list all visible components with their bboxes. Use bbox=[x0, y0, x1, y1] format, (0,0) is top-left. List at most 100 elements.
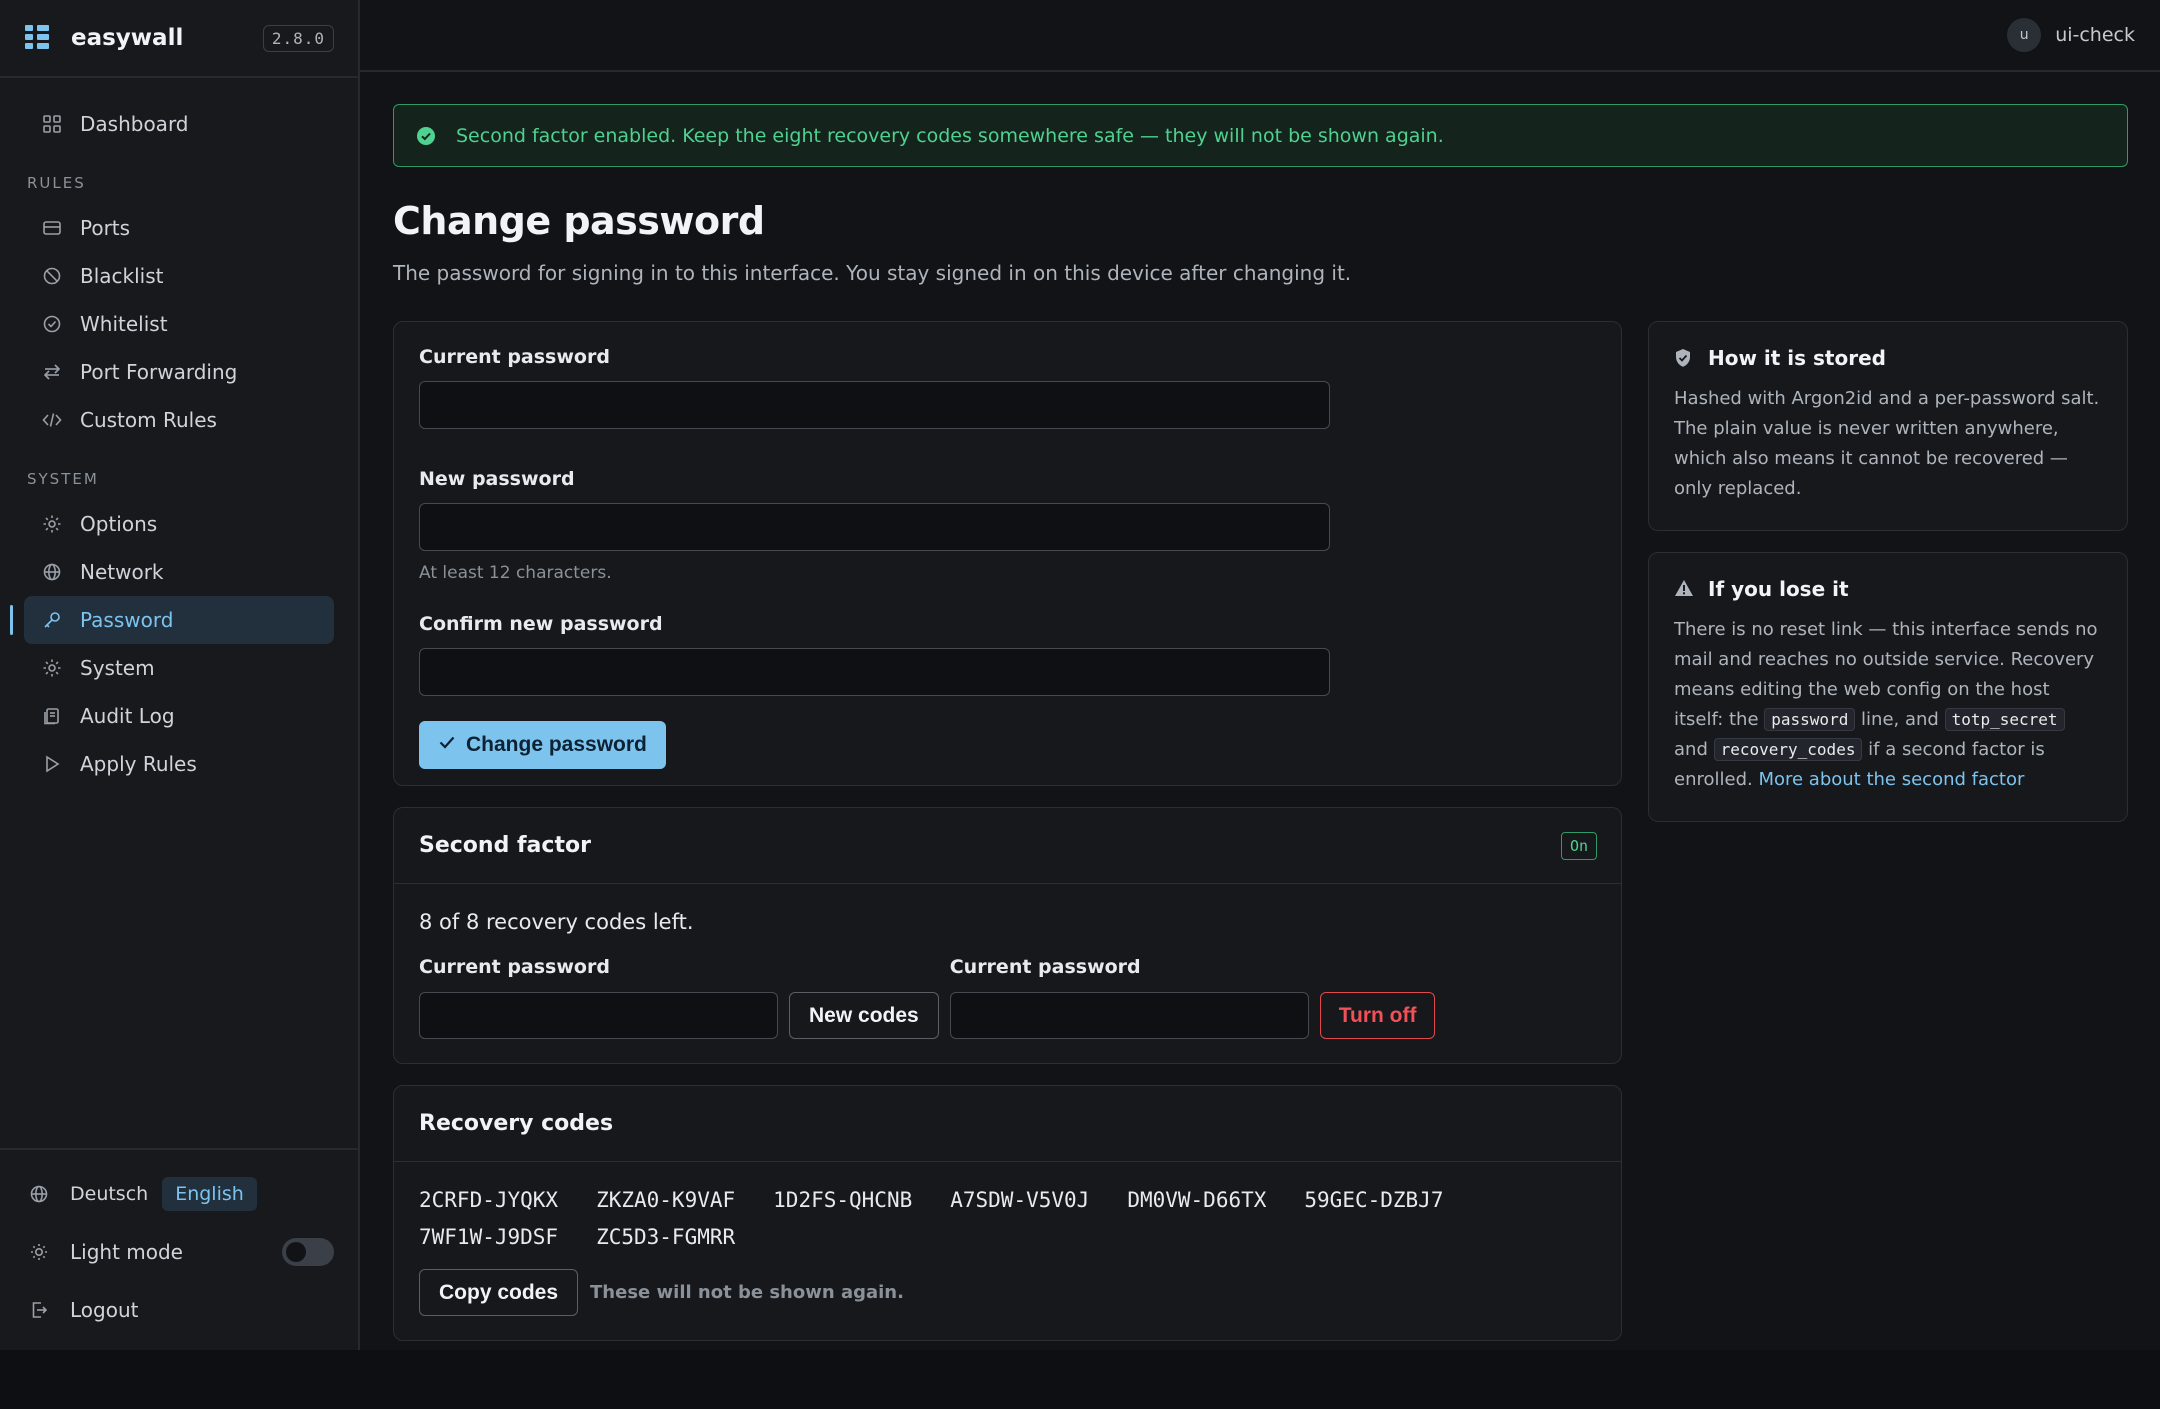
language-option-deutsch[interactable]: Deutsch bbox=[70, 1183, 148, 1205]
confirm-password-label: Confirm new password bbox=[419, 613, 663, 635]
code-chip-password: password bbox=[1764, 708, 1856, 731]
sidebar-item-apply-rules[interactable]: Apply Rules bbox=[24, 740, 334, 788]
recovery-code: 59GEC-DZBJ7 bbox=[1304, 1188, 1444, 1212]
regen-password-input[interactable] bbox=[419, 992, 778, 1039]
check-circle-icon bbox=[40, 312, 64, 336]
code-icon bbox=[40, 408, 64, 432]
code-chip-recovery-codes: recovery_codes bbox=[1713, 738, 1863, 761]
globe-icon bbox=[28, 1183, 50, 1205]
main-column: Current password New password At least 1… bbox=[393, 321, 1622, 1341]
arrows-icon bbox=[40, 360, 64, 384]
sidebar-item-audit-log[interactable]: Audit Log bbox=[24, 692, 334, 740]
if-you-lose-card: If you lose it There is no reset link — … bbox=[1648, 552, 2128, 822]
sidebar-item-password[interactable]: Password bbox=[10, 596, 334, 644]
ban-icon bbox=[40, 264, 64, 288]
recovery-codes-note: These will not be shown again. bbox=[590, 1282, 904, 1303]
change-password-button[interactable]: Change password bbox=[419, 721, 666, 769]
key-icon bbox=[40, 608, 64, 632]
new-codes-button[interactable]: New codes bbox=[789, 992, 939, 1039]
recovery-codes-status: 8 of 8 recovery codes left. bbox=[419, 910, 694, 934]
app-shell: easywall 2.8.0 Dashboard RULES Ports Bla… bbox=[0, 0, 2160, 1350]
language-option-english[interactable]: English bbox=[162, 1177, 257, 1211]
regen-password-label: Current password bbox=[419, 956, 610, 978]
recovery-code: ZKZA0-K9VAF bbox=[596, 1188, 736, 1212]
new-password-hint: At least 12 characters. bbox=[419, 563, 612, 583]
easywall-logo-icon bbox=[25, 25, 53, 51]
recovery-codes-header: Recovery codes bbox=[394, 1086, 1621, 1162]
sidebar-footer: Deutsch English Light mode Logout bbox=[0, 1148, 358, 1350]
recovery-code: ZC5D3-FGMRR bbox=[596, 1225, 736, 1249]
sidebar-item-label: Dashboard bbox=[80, 112, 189, 136]
second-factor-help-link[interactable]: More about the second factor bbox=[1758, 769, 2024, 790]
sidebar-item-blacklist[interactable]: Blacklist bbox=[24, 252, 334, 300]
ports-icon bbox=[40, 216, 64, 240]
nav-section-system: SYSTEM bbox=[27, 470, 99, 488]
sidebar-item-network[interactable]: Network bbox=[24, 548, 334, 596]
username[interactable]: ui-check bbox=[2055, 24, 2135, 46]
turn-off-button[interactable]: Turn off bbox=[1319, 992, 1436, 1039]
recovery-code: 2CRFD-JYQKX bbox=[419, 1188, 559, 1212]
check-circle-icon bbox=[416, 126, 436, 146]
page-subtitle: The password for signing in to this inte… bbox=[393, 261, 1352, 285]
second-factor-card: Second factor On 8 of 8 recovery codes l… bbox=[393, 807, 1622, 1064]
page-title: Change password bbox=[393, 199, 765, 243]
sidebar-item-label: Whitelist bbox=[80, 312, 168, 336]
avatar[interactable]: u bbox=[2007, 18, 2042, 52]
sidebar-item-port-forwarding[interactable]: Port Forwarding bbox=[24, 348, 334, 396]
disable-password-label: Current password bbox=[949, 956, 1141, 978]
if-you-lose-header: If you lose it bbox=[1674, 577, 2101, 601]
theme-toggle-row: Light mode bbox=[28, 1228, 334, 1276]
recovery-codes-actions: Copy codes These will not be shown again… bbox=[419, 1269, 1596, 1316]
how-stored-text: Hashed with Argon2id and a per-password … bbox=[1674, 388, 2100, 499]
app-name: easywall bbox=[71, 25, 184, 51]
disable-password-input[interactable] bbox=[949, 992, 1309, 1039]
sidebar-item-dashboard[interactable]: Dashboard bbox=[24, 100, 334, 148]
sidebar-item-label: Password bbox=[80, 608, 174, 632]
alert-text: Second factor enabled. Keep the eight re… bbox=[456, 124, 1444, 147]
change-password-button-label: Change password bbox=[466, 733, 647, 756]
sidebar: easywall 2.8.0 Dashboard RULES Ports Bla… bbox=[0, 0, 360, 1350]
success-alert: Second factor enabled. Keep the eight re… bbox=[393, 104, 2128, 167]
warning-icon bbox=[1674, 579, 1694, 599]
grid-icon bbox=[40, 112, 64, 136]
sidebar-item-label: Ports bbox=[80, 216, 131, 240]
second-factor-body: 8 of 8 recovery codes left. Current pass… bbox=[394, 884, 1621, 1063]
sidebar-item-label: Network bbox=[80, 560, 164, 584]
recovery-codes-list: 2CRFD-JYQKX ZKZA0-K9VAF 1D2FS-QHCNB A7SD… bbox=[419, 1188, 1596, 1249]
second-factor-header: Second factor On bbox=[394, 808, 1621, 884]
current-password-input[interactable] bbox=[419, 381, 1330, 429]
sidebar-item-custom-rules[interactable]: Custom Rules bbox=[24, 396, 334, 444]
how-stored-title: How it is stored bbox=[1708, 346, 1886, 370]
how-stored-header: How it is stored bbox=[1674, 346, 2101, 370]
recovery-code: 7WF1W-J9DSF bbox=[419, 1225, 559, 1249]
regenerate-codes-form: Current password New codes bbox=[419, 956, 939, 1039]
sidebar-item-label: Custom Rules bbox=[80, 408, 217, 432]
globe-icon bbox=[40, 560, 64, 584]
theme-label: Light mode bbox=[70, 1240, 183, 1264]
sidebar-nav: Dashboard RULES Ports Blacklist Whitelis bbox=[0, 78, 358, 788]
recovery-codes-card: Recovery codes 2CRFD-JYQKX ZKZA0-K9VAF 1… bbox=[393, 1085, 1622, 1341]
sidebar-item-label: Blacklist bbox=[80, 264, 164, 288]
main-area: u ui-check Second factor enabled. Keep t… bbox=[360, 0, 2160, 1350]
sidebar-item-ports[interactable]: Ports bbox=[24, 204, 334, 252]
copy-codes-button[interactable]: Copy codes bbox=[419, 1269, 579, 1316]
sidebar-item-label: Port Forwarding bbox=[80, 360, 238, 384]
shield-icon bbox=[1674, 348, 1694, 368]
confirm-password-input[interactable] bbox=[419, 648, 1330, 696]
recovery-code: DM0VW-D66TX bbox=[1127, 1188, 1267, 1212]
status-badge: On bbox=[1560, 831, 1597, 860]
recovery-codes-body: 2CRFD-JYQKX ZKZA0-K9VAF 1D2FS-QHCNB A7SD… bbox=[394, 1162, 1621, 1340]
sidebar-item-options[interactable]: Options bbox=[24, 500, 334, 548]
light-mode-toggle[interactable] bbox=[282, 1238, 334, 1266]
sidebar-item-label: Apply Rules bbox=[80, 752, 197, 776]
bottom-strip bbox=[0, 1350, 2160, 1409]
logout-link[interactable]: Logout bbox=[28, 1286, 334, 1334]
new-password-input[interactable] bbox=[419, 503, 1330, 551]
logout-icon bbox=[28, 1299, 50, 1321]
second-factor-forms: Current password New codes Current passw… bbox=[419, 956, 1596, 1039]
sidebar-item-whitelist[interactable]: Whitelist bbox=[24, 300, 334, 348]
language-switcher: Deutsch English bbox=[28, 1170, 334, 1218]
second-factor-title: Second factor bbox=[419, 833, 591, 858]
sidebar-item-system[interactable]: System bbox=[24, 644, 334, 692]
if-you-lose-text-part: line, and bbox=[1855, 709, 1945, 730]
